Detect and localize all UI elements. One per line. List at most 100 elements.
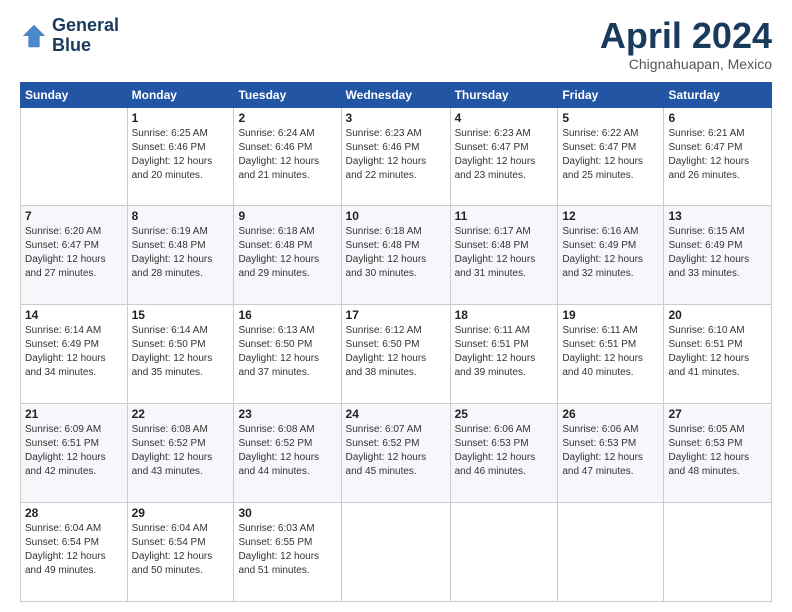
logo-line1: General <box>52 16 119 36</box>
calendar-cell: 6 Sunrise: 6:21 AM Sunset: 6:47 PM Daylig… <box>664 107 772 206</box>
day-number: 14 <box>25 308 123 322</box>
day-number: 21 <box>25 407 123 421</box>
calendar-cell: 25 Sunrise: 6:06 AM Sunset: 6:53 PM Dayli… <box>450 404 558 503</box>
day-info: Sunrise: 6:25 AM Sunset: 6:46 PM Dayligh… <box>132 127 230 183</box>
calendar-cell: 5Sunrise: 6:22 AM Sunset: 6:47 PM Daylig… <box>558 107 664 206</box>
logo: General Blue <box>20 16 119 56</box>
main-title: April 2024 <box>600 16 772 56</box>
day-number: 18 <box>455 308 554 322</box>
calendar-day-header: Friday <box>558 82 664 107</box>
day-info: Sunrise: 6:04 AM Sunset: 6:54 PM Dayligh… <box>25 522 123 578</box>
day-number: 9 <box>238 209 336 223</box>
calendar-cell: 29Sunrise: 6:04 AM Sunset: 6:54 PM Dayli… <box>127 503 234 602</box>
calendar-cell: 7 Sunrise: 6:20 AM Sunset: 6:47 PM Daylig… <box>21 206 128 305</box>
calendar-day-header: Thursday <box>450 82 558 107</box>
day-info: Sunrise: 6:08 AM Sunset: 6:52 PM Dayligh… <box>238 423 336 479</box>
calendar-day-header: Sunday <box>21 82 128 107</box>
calendar-cell: 14 Sunrise: 6:14 AM Sunset: 6:49 PM Dayli… <box>21 305 128 404</box>
calendar-cell: 9 Sunrise: 6:18 AM Sunset: 6:48 PM Daylig… <box>234 206 341 305</box>
day-number: 28 <box>25 506 123 520</box>
day-number: 7 <box>25 209 123 223</box>
day-number: 20 <box>668 308 767 322</box>
calendar-cell: 26 Sunrise: 6:06 AM Sunset: 6:53 PM Dayli… <box>558 404 664 503</box>
calendar-cell: 28 Sunrise: 6:04 AM Sunset: 6:54 PM Dayli… <box>21 503 128 602</box>
day-info: Sunrise: 6:19 AM Sunset: 6:48 PM Dayligh… <box>132 225 230 281</box>
calendar-cell: 19Sunrise: 6:11 AM Sunset: 6:51 PM Dayli… <box>558 305 664 404</box>
page: General Blue April 2024 Chignahuapan, Me… <box>0 0 792 612</box>
day-number: 6 <box>668 111 767 125</box>
day-number: 1 <box>132 111 230 125</box>
calendar-day-header: Saturday <box>664 82 772 107</box>
day-info: Sunrise: 6:20 AM Sunset: 6:47 PM Dayligh… <box>25 225 123 281</box>
calendar-cell: 23 Sunrise: 6:08 AM Sunset: 6:52 PM Dayli… <box>234 404 341 503</box>
day-info: Sunrise: 6:11 AM Sunset: 6:51 PM Dayligh… <box>562 324 659 380</box>
day-info: Sunrise: 6:12 AM Sunset: 6:50 PM Dayligh… <box>346 324 446 380</box>
day-info: Sunrise: 6:17 AM Sunset: 6:48 PM Dayligh… <box>455 225 554 281</box>
day-info: Sunrise: 6:08 AM Sunset: 6:52 PM Dayligh… <box>132 423 230 479</box>
calendar-week-row: 21 Sunrise: 6:09 AM Sunset: 6:51 PM Dayli… <box>21 404 772 503</box>
calendar-cell: 17 Sunrise: 6:12 AM Sunset: 6:50 PM Dayli… <box>341 305 450 404</box>
day-info: Sunrise: 6:21 AM Sunset: 6:47 PM Dayligh… <box>668 127 767 183</box>
day-number: 17 <box>346 308 446 322</box>
day-info: Sunrise: 6:23 AM Sunset: 6:46 PM Dayligh… <box>346 127 446 183</box>
calendar-cell: 18 Sunrise: 6:11 AM Sunset: 6:51 PM Dayli… <box>450 305 558 404</box>
day-info: Sunrise: 6:06 AM Sunset: 6:53 PM Dayligh… <box>455 423 554 479</box>
calendar-week-row: 1 Sunrise: 6:25 AM Sunset: 6:46 PM Daylig… <box>21 107 772 206</box>
day-number: 12 <box>562 209 659 223</box>
day-info: Sunrise: 6:06 AM Sunset: 6:53 PM Dayligh… <box>562 423 659 479</box>
day-info: Sunrise: 6:18 AM Sunset: 6:48 PM Dayligh… <box>238 225 336 281</box>
day-info: Sunrise: 6:14 AM Sunset: 6:49 PM Dayligh… <box>25 324 123 380</box>
calendar-cell: 2 Sunrise: 6:24 AM Sunset: 6:46 PM Daylig… <box>234 107 341 206</box>
calendar-cell: 4 Sunrise: 6:23 AM Sunset: 6:47 PM Daylig… <box>450 107 558 206</box>
calendar-day-header: Wednesday <box>341 82 450 107</box>
calendar-cell <box>21 107 128 206</box>
day-info: Sunrise: 6:03 AM Sunset: 6:55 PM Dayligh… <box>238 522 336 578</box>
calendar-week-row: 28 Sunrise: 6:04 AM Sunset: 6:54 PM Dayli… <box>21 503 772 602</box>
day-number: 13 <box>668 209 767 223</box>
calendar-cell: 11 Sunrise: 6:17 AM Sunset: 6:48 PM Dayli… <box>450 206 558 305</box>
day-number: 16 <box>238 308 336 322</box>
day-number: 25 <box>455 407 554 421</box>
calendar-cell <box>450 503 558 602</box>
day-number: 4 <box>455 111 554 125</box>
header: General Blue April 2024 Chignahuapan, Me… <box>20 16 772 72</box>
day-info: Sunrise: 6:23 AM Sunset: 6:47 PM Dayligh… <box>455 127 554 183</box>
calendar-cell: 24 Sunrise: 6:07 AM Sunset: 6:52 PM Dayli… <box>341 404 450 503</box>
calendar-cell: 3 Sunrise: 6:23 AM Sunset: 6:46 PM Daylig… <box>341 107 450 206</box>
day-number: 23 <box>238 407 336 421</box>
day-number: 3 <box>346 111 446 125</box>
day-info: Sunrise: 6:04 AM Sunset: 6:54 PM Dayligh… <box>132 522 230 578</box>
calendar-cell: 20Sunrise: 6:10 AM Sunset: 6:51 PM Dayli… <box>664 305 772 404</box>
day-info: Sunrise: 6:05 AM Sunset: 6:53 PM Dayligh… <box>668 423 767 479</box>
calendar-day-header: Monday <box>127 82 234 107</box>
day-number: 5 <box>562 111 659 125</box>
day-number: 26 <box>562 407 659 421</box>
calendar-table: SundayMondayTuesdayWednesdayThursdayFrid… <box>20 82 772 602</box>
logo-icon <box>20 22 48 50</box>
day-info: Sunrise: 6:13 AM Sunset: 6:50 PM Dayligh… <box>238 324 336 380</box>
calendar-cell: 12Sunrise: 6:16 AM Sunset: 6:49 PM Dayli… <box>558 206 664 305</box>
day-info: Sunrise: 6:15 AM Sunset: 6:49 PM Dayligh… <box>668 225 767 281</box>
calendar-cell: 30Sunrise: 6:03 AM Sunset: 6:55 PM Dayli… <box>234 503 341 602</box>
logo-line2: Blue <box>52 36 119 56</box>
day-number: 24 <box>346 407 446 421</box>
day-number: 2 <box>238 111 336 125</box>
day-info: Sunrise: 6:09 AM Sunset: 6:51 PM Dayligh… <box>25 423 123 479</box>
calendar-cell: 13 Sunrise: 6:15 AM Sunset: 6:49 PM Dayli… <box>664 206 772 305</box>
calendar-cell <box>341 503 450 602</box>
day-number: 11 <box>455 209 554 223</box>
day-number: 8 <box>132 209 230 223</box>
day-number: 22 <box>132 407 230 421</box>
day-info: Sunrise: 6:11 AM Sunset: 6:51 PM Dayligh… <box>455 324 554 380</box>
day-info: Sunrise: 6:24 AM Sunset: 6:46 PM Dayligh… <box>238 127 336 183</box>
calendar-day-header: Tuesday <box>234 82 341 107</box>
calendar-header-row: SundayMondayTuesdayWednesdayThursdayFrid… <box>21 82 772 107</box>
title-block: April 2024 Chignahuapan, Mexico <box>600 16 772 72</box>
calendar-cell: 27Sunrise: 6:05 AM Sunset: 6:53 PM Dayli… <box>664 404 772 503</box>
day-number: 10 <box>346 209 446 223</box>
day-info: Sunrise: 6:07 AM Sunset: 6:52 PM Dayligh… <box>346 423 446 479</box>
calendar-cell: 8 Sunrise: 6:19 AM Sunset: 6:48 PM Daylig… <box>127 206 234 305</box>
calendar-cell: 15Sunrise: 6:14 AM Sunset: 6:50 PM Dayli… <box>127 305 234 404</box>
day-info: Sunrise: 6:18 AM Sunset: 6:48 PM Dayligh… <box>346 225 446 281</box>
calendar-cell: 1 Sunrise: 6:25 AM Sunset: 6:46 PM Daylig… <box>127 107 234 206</box>
